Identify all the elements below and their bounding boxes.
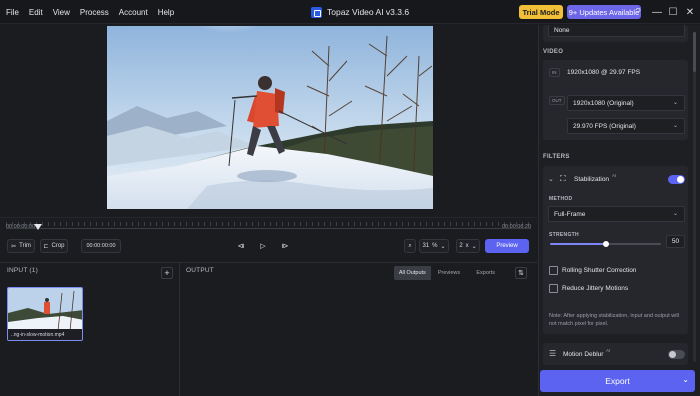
chevron-down-icon: ⌄ xyxy=(672,211,678,217)
timeline-end-timecode: 00:00:06:20 xyxy=(502,224,532,230)
stabilization-note: Note: After applying stabilization, inpu… xyxy=(549,313,679,327)
zoom-icon[interactable]: ⌕ xyxy=(404,239,416,253)
chevron-down-icon[interactable]: ⌄ xyxy=(548,175,554,183)
speed-unit: x xyxy=(465,243,469,249)
out-tag: OUT xyxy=(549,96,565,105)
preview-button[interactable]: Preview xyxy=(485,239,529,253)
trial-mode-button[interactable]: Trial Mode xyxy=(519,5,563,19)
settings-scroll-thumb[interactable] xyxy=(693,32,696,72)
timeline[interactable] xyxy=(0,217,537,235)
previous-frame-icon[interactable]: ⧏ xyxy=(235,239,247,253)
method-dropdown[interactable]: Full-Frame ⌄ xyxy=(548,206,685,222)
chevron-down-icon: ⌄ xyxy=(471,243,477,250)
menu-file[interactable]: File xyxy=(6,8,19,17)
play-icon[interactable]: ▷ xyxy=(257,239,269,253)
next-frame-icon[interactable]: ⧐ xyxy=(279,239,291,253)
trim-label: Trim xyxy=(19,243,31,249)
maximize-icon[interactable]: ☐ xyxy=(665,0,681,24)
zoom-select[interactable]: 31 % ⌄ xyxy=(419,239,449,253)
chevron-down-icon: ⌄ xyxy=(672,123,678,129)
timeline-track[interactable] xyxy=(6,228,531,229)
output-panel-title: OUTPUT xyxy=(186,267,214,274)
fps-dropdown[interactable]: 29.970 FPS (Original) ⌄ xyxy=(567,118,685,134)
method-label: METHOD xyxy=(549,196,573,202)
preset-dropdown[interactable]: None xyxy=(548,25,685,37)
minimize-icon[interactable]: — xyxy=(649,0,665,24)
speed-select[interactable]: 2 x ⌄ xyxy=(456,239,480,253)
stabilization-ai-tag: AI xyxy=(612,173,617,178)
crop-button[interactable]: ⊏ Crop xyxy=(40,239,68,253)
input-panel-title: INPUT (1) xyxy=(7,267,38,274)
menu-bar: File Edit View Process Account Help xyxy=(6,0,174,24)
speed-value: 2 xyxy=(459,243,463,249)
strength-slider-handle[interactable] xyxy=(602,241,609,247)
trim-button[interactable]: ✂ Trim xyxy=(7,239,35,253)
stabilization-title: Stabilization xyxy=(574,176,610,183)
resolution-dropdown[interactable]: 1920x1080 (Original) ⌄ xyxy=(567,95,685,111)
filters-heading: FILTERS xyxy=(543,154,570,160)
timecode-field[interactable]: 00:00:00:00 xyxy=(81,239,121,253)
rolling-shutter-checkbox[interactable] xyxy=(549,266,558,275)
output-filter-tabs: All Outputs Previews Exports xyxy=(394,266,504,280)
timeline-start-timecode: 00:00:00:00 xyxy=(6,224,36,230)
fps-value: 29.970 FPS (Original) xyxy=(573,122,636,130)
tab-previews[interactable]: Previews xyxy=(431,266,468,280)
thumbnail-image xyxy=(8,288,82,332)
input-clip-thumbnail[interactable]: ..ng-in-slow-motion.mp4 xyxy=(7,287,83,341)
chevron-down-icon[interactable]: ⌄ xyxy=(682,375,689,384)
motion-deblur-title: Motion Deblur xyxy=(563,351,604,358)
menu-edit[interactable]: Edit xyxy=(29,8,43,17)
motion-deblur-icon: ☰ xyxy=(549,349,557,358)
close-icon[interactable]: ✕ xyxy=(682,0,698,24)
app-title: Topaz Video AI v3.3.6 xyxy=(311,0,409,24)
crop-label: Crop xyxy=(51,243,65,249)
chevron-down-icon: ⌄ xyxy=(672,100,678,106)
menu-view[interactable]: View xyxy=(53,8,70,17)
motion-deblur-ai-tag: AI xyxy=(606,348,611,353)
skier-video-frame xyxy=(107,26,433,209)
video-heading: VIDEO xyxy=(543,49,564,55)
zoom-unit: % xyxy=(432,243,438,249)
chevron-down-icon: ⌄ xyxy=(440,243,446,250)
input-clip-filename: ..ng-in-slow-motion.mp4 xyxy=(8,329,82,340)
sort-icon[interactable]: ⇅ xyxy=(515,267,527,279)
method-value: Full-Frame xyxy=(554,210,586,218)
resolution-value: 1920x1080 (Original) xyxy=(573,99,634,107)
tab-all-outputs[interactable]: All Outputs xyxy=(394,266,431,280)
zoom-value: 31 xyxy=(422,243,430,249)
reduce-jitter-checkbox[interactable] xyxy=(549,284,558,293)
help-icon[interactable]: ? xyxy=(630,0,646,24)
menu-help[interactable]: Help xyxy=(158,8,174,17)
topaz-logo-icon xyxy=(311,6,322,18)
add-input-button[interactable]: + xyxy=(161,267,173,279)
strength-input[interactable]: 50 xyxy=(666,235,685,248)
menu-account[interactable]: Account xyxy=(119,8,148,17)
preset-value: None xyxy=(554,27,570,34)
export-label: Export xyxy=(605,376,630,386)
reduce-jitter-label: Reduce Jittery Motions xyxy=(562,285,629,292)
rolling-shutter-label: Rolling Shutter Correction xyxy=(562,267,637,274)
strength-label: STRENGTH xyxy=(549,232,579,238)
tab-exports[interactable]: Exports xyxy=(467,266,504,280)
video-preview[interactable] xyxy=(107,26,433,209)
crop-icon: ⊏ xyxy=(43,243,49,250)
scissors-icon: ✂ xyxy=(11,243,17,250)
in-tag: IN xyxy=(549,68,560,77)
input-info: 1920x1080 @ 29.97 FPS xyxy=(567,69,641,76)
menu-process[interactable]: Process xyxy=(80,8,109,17)
motion-deblur-toggle[interactable] xyxy=(668,350,685,359)
timeline-ticks xyxy=(6,222,531,226)
export-button[interactable]: Export ⌄ xyxy=(540,370,695,392)
stabilization-toggle[interactable] xyxy=(668,175,685,184)
strength-slider-fill xyxy=(550,243,606,245)
app-title-text: Topaz Video AI v3.3.6 xyxy=(327,7,410,17)
stabilization-icon: ⛶ xyxy=(560,174,566,183)
stabilization-card xyxy=(543,166,688,334)
settings-scrollbar[interactable] xyxy=(693,32,696,362)
